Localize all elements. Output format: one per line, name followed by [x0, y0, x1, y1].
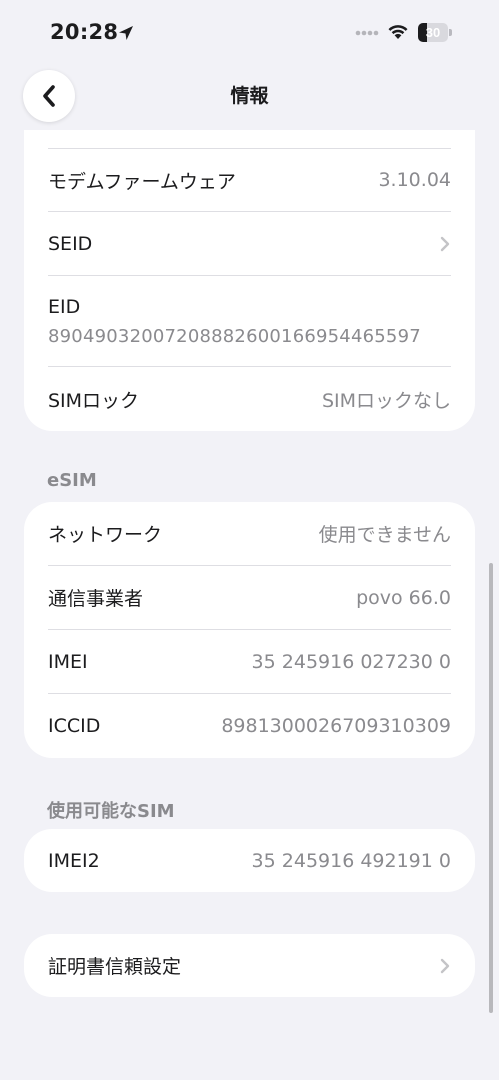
row-network: ネットワーク 使用できません: [48, 502, 451, 566]
chevron-right-icon: [440, 958, 450, 973]
row-modem-firmware: モデムファームウェア 3.10.04: [48, 149, 451, 212]
location-arrow-icon: [119, 26, 133, 40]
wifi-icon: [388, 25, 408, 39]
row-sim-lock: SIMロック SIMロックなし: [48, 367, 451, 431]
row-value: 3.10.04: [378, 169, 451, 191]
row-label: モデムファームウェア: [48, 170, 236, 193]
row-value: povo 66.0: [356, 586, 451, 609]
chevron-right-icon: [440, 236, 450, 251]
row-label: 通信事業者: [48, 588, 144, 610]
battery-icon: 30: [418, 23, 452, 42]
row-carrier: 通信事業者 povo 66.0: [48, 566, 451, 630]
about-info-card: モデムファームウェア 3.10.04 SEID EID 890490320072…: [24, 130, 475, 431]
row-label: 証明書信頼設定: [48, 956, 182, 978]
row-seid[interactable]: SEID: [48, 212, 451, 276]
scroll-indicator[interactable]: [489, 563, 493, 1013]
battery-level-text: 30: [425, 25, 441, 40]
status-bar: 20:28 30: [0, 0, 499, 66]
row-imei: IMEI 35 245916 027230 0: [48, 630, 451, 694]
row-cert-trust-settings[interactable]: 証明書信頼設定: [48, 934, 451, 997]
nav-bar: 情報: [0, 66, 499, 130]
battery-body: 30: [418, 23, 448, 42]
row-label: IMEI: [48, 650, 88, 673]
row-iccid: ICCID 8981300026709310309: [48, 694, 451, 758]
signal-dots-icon: [355, 30, 379, 36]
row-label: IMEI2: [48, 849, 100, 872]
esim-card: ネットワーク 使用できません 通信事業者 povo 66.0 IMEI 35 2…: [24, 502, 475, 758]
row-value: 使用できません: [318, 524, 451, 546]
row-value: SIMロックなし: [321, 389, 451, 412]
row-imei2: IMEI2 35 245916 492191 0: [48, 829, 451, 892]
section-header-available-sim: 使用可能なSIM: [47, 801, 175, 822]
row-label: ICCID: [48, 715, 101, 737]
row-label: EID: [48, 296, 81, 318]
section-header-esim: eSIM: [47, 470, 97, 491]
row-label: SIMロック: [48, 389, 140, 412]
row-label: ネットワーク: [48, 524, 163, 546]
status-time: 20:28: [50, 20, 119, 44]
row-value: 35 245916 492191 0: [251, 849, 451, 872]
row-hidden-top: [48, 130, 451, 149]
cert-trust-card: 証明書信頼設定: [24, 934, 475, 997]
row-value: 89049032007208882600166954465597: [48, 326, 421, 347]
row-eid: EID 89049032007208882600166954465597: [48, 276, 451, 367]
row-value: 8981300026709310309: [221, 715, 451, 737]
page-title: 情報: [230, 85, 269, 107]
battery-nub: [449, 29, 452, 36]
row-value: 35 245916 027230 0: [251, 650, 451, 673]
available-sim-card: IMEI2 35 245916 492191 0: [24, 829, 475, 892]
row-label: SEID: [48, 232, 93, 255]
